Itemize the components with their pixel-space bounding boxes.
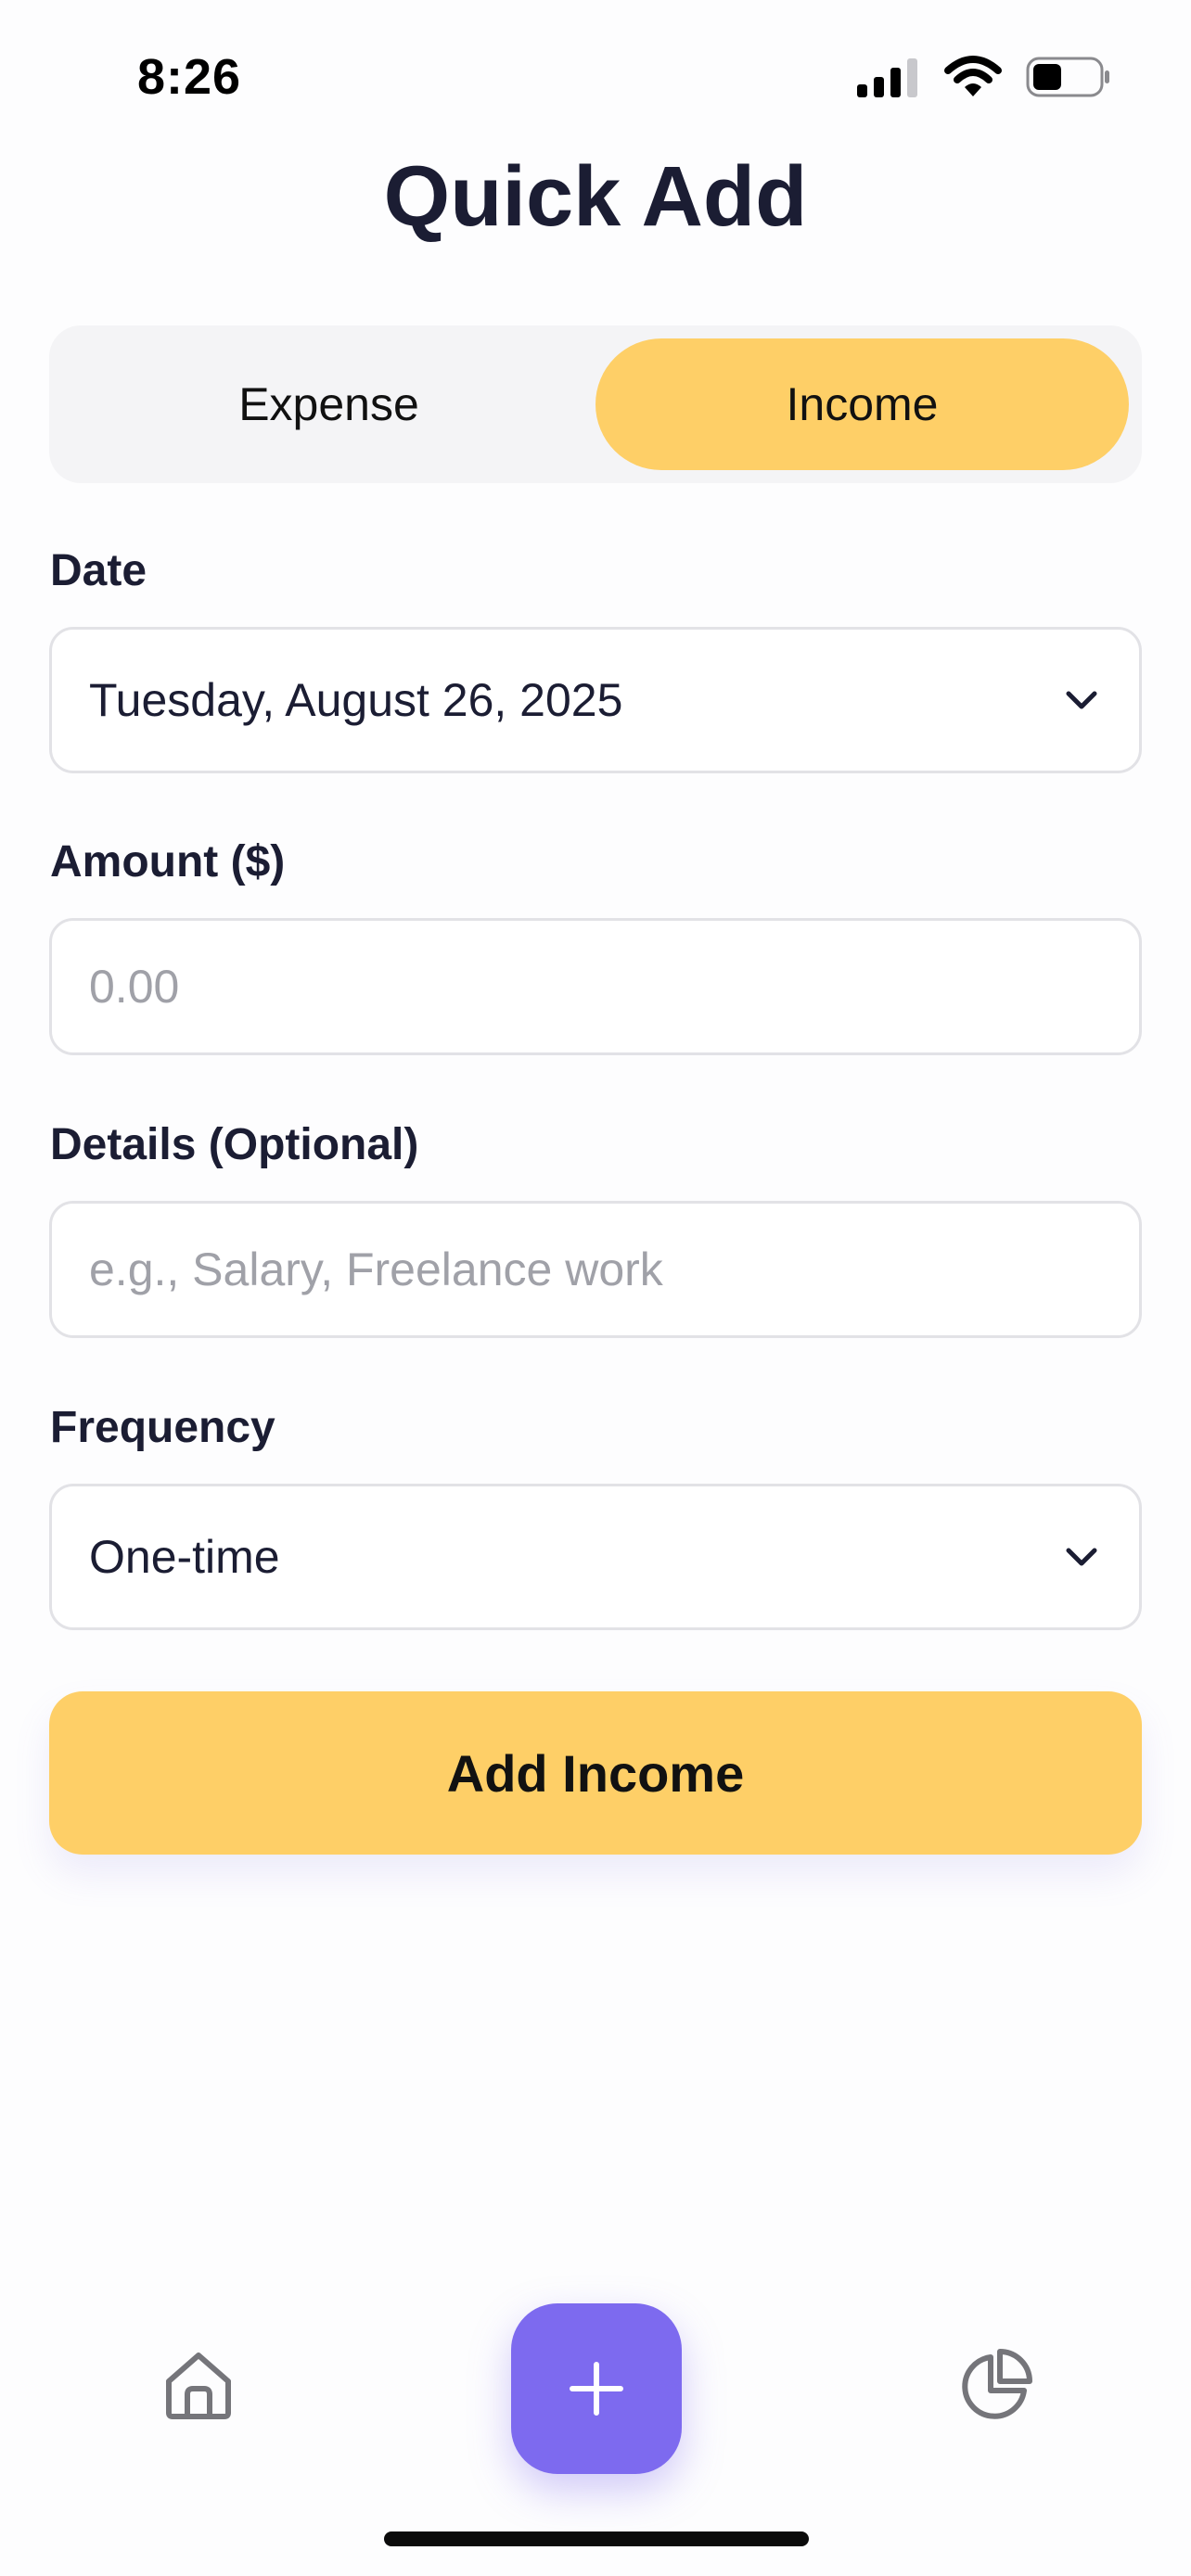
details-input[interactable]	[89, 1243, 1102, 1296]
details-field-wrapper	[49, 1201, 1142, 1338]
date-value: Tuesday, August 26, 2025	[89, 674, 623, 726]
tab-add-button[interactable]	[511, 2303, 682, 2474]
tab-expense[interactable]: Expense	[62, 338, 596, 470]
amount-input[interactable]	[89, 960, 1102, 1014]
tab-home[interactable]	[161, 2348, 236, 2422]
date-select[interactable]: Tuesday, August 26, 2025	[49, 627, 1142, 773]
frequency-label: Frequency	[50, 1403, 275, 1452]
add-income-button[interactable]: Add Income	[49, 1691, 1142, 1855]
quick-add-screen: 8:26 Quick Add Expense Income Date Tuesd…	[0, 0, 1191, 2576]
tab-reports[interactable]	[955, 2348, 1033, 2426]
pie-chart-icon	[962, 2349, 1032, 2419]
date-label: Date	[50, 546, 147, 595]
cellular-signal-icon	[857, 58, 917, 97]
tab-income[interactable]: Income	[596, 338, 1129, 470]
amount-field-wrapper	[49, 918, 1142, 1055]
status-icons	[855, 56, 1111, 98]
chevron-down-icon	[1061, 680, 1102, 721]
plus-icon	[570, 2362, 623, 2416]
home-indicator	[384, 2531, 809, 2546]
amount-label: Amount ($)	[50, 837, 286, 886]
frequency-value: One-time	[89, 1531, 280, 1583]
transaction-type-toggle: Expense Income	[49, 325, 1142, 483]
details-label: Details (Optional)	[50, 1120, 419, 1169]
page-title: Quick Add	[383, 149, 808, 244]
frequency-select[interactable]: One-time	[49, 1484, 1142, 1630]
status-time: 8:26	[137, 49, 242, 105]
battery-icon	[1026, 57, 1109, 97]
chevron-down-icon	[1061, 1537, 1102, 1577]
wifi-icon	[944, 56, 1002, 96]
home-icon	[166, 2353, 231, 2419]
status-bar: 8:26	[0, 0, 1191, 139]
